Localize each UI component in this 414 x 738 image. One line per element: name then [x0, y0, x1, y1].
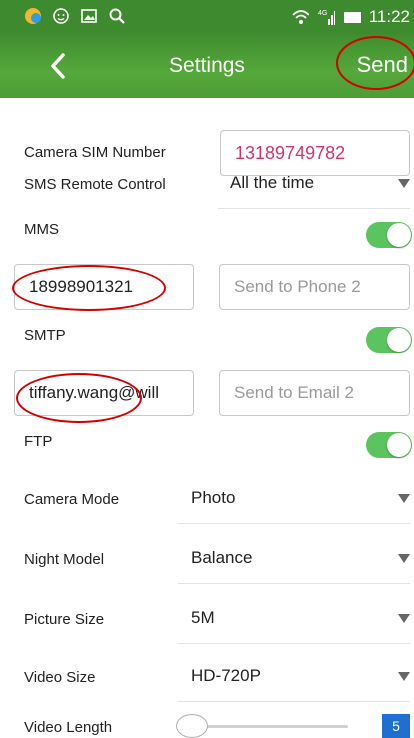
app-header: Settings Send — [0, 34, 414, 98]
chevron-down-icon — [398, 494, 410, 503]
phone-2-input[interactable]: Send to Phone 2 — [219, 264, 410, 310]
mms-label: MMS — [24, 221, 59, 238]
phone-annotation-circle — [12, 265, 166, 311]
smtp-toggle[interactable] — [366, 327, 412, 353]
mms-toggle[interactable] — [366, 222, 412, 248]
camera-mode-dropdown[interactable]: Photo — [191, 487, 235, 509]
video-length-value: 5 — [382, 714, 410, 738]
signal-icon: 4G — [317, 8, 335, 26]
wifi-icon — [291, 8, 309, 26]
app-icon — [24, 7, 42, 25]
video-size-underline — [178, 701, 410, 702]
night-model-underline — [178, 583, 410, 584]
sms-remote-label: SMS Remote Control — [24, 176, 166, 193]
picture-size-label: Picture Size — [24, 611, 105, 628]
video-length-slider-handle[interactable] — [176, 714, 208, 738]
picture-size-dropdown[interactable]: 5M — [191, 607, 215, 629]
night-model-label: Night Model — [24, 551, 105, 568]
battery-icon — [343, 8, 361, 26]
status-time: 11:22 — [368, 7, 410, 26]
camera-sim-field[interactable]: 13189749782 — [220, 130, 410, 176]
camera-mode-label: Camera Mode — [24, 491, 120, 508]
toggle-knob — [387, 433, 411, 457]
video-size-label: Video Size — [24, 669, 96, 686]
chevron-down-icon — [398, 179, 410, 188]
chevron-down-icon — [398, 672, 410, 681]
ftp-label: FTP — [24, 433, 53, 450]
status-bar: 4G 11:22 — [0, 0, 414, 34]
night-model-value: Balance — [191, 548, 253, 567]
toggle-knob — [387, 328, 411, 352]
sms-remote-value: All the time — [230, 173, 315, 192]
video-size-dropdown[interactable]: HD-720P — [191, 665, 261, 687]
camera-sim-label: Camera SIM Number — [24, 144, 166, 161]
sms-remote-underline — [218, 208, 410, 209]
send-annotation-circle — [336, 36, 414, 90]
status-left-icons — [24, 7, 126, 25]
email-2-input[interactable]: Send to Email 2 — [219, 370, 410, 416]
network-label: 4G — [318, 10, 327, 17]
chevron-down-icon — [398, 614, 410, 623]
night-model-dropdown[interactable]: Balance — [191, 547, 252, 569]
search-icon — [108, 7, 126, 25]
video-size-value: HD-720P — [191, 666, 261, 685]
video-length-slider-track[interactable] — [186, 725, 348, 728]
status-right-icons: 4G 11:22 — [291, 7, 410, 27]
image-icon — [80, 7, 98, 25]
sms-remote-dropdown[interactable]: All the time — [230, 172, 314, 194]
picture-size-underline — [178, 643, 410, 644]
video-length-label: Video Length — [24, 719, 113, 736]
ftp-toggle[interactable] — [366, 432, 412, 458]
face-icon — [52, 7, 70, 25]
toggle-knob — [387, 223, 411, 247]
email-annotation-circle — [16, 373, 142, 423]
picture-size-value: 5M — [191, 608, 215, 627]
camera-mode-underline — [178, 523, 410, 524]
chevron-down-icon — [398, 554, 410, 563]
smtp-label: SMTP — [24, 327, 66, 344]
camera-mode-value: Photo — [191, 488, 236, 507]
